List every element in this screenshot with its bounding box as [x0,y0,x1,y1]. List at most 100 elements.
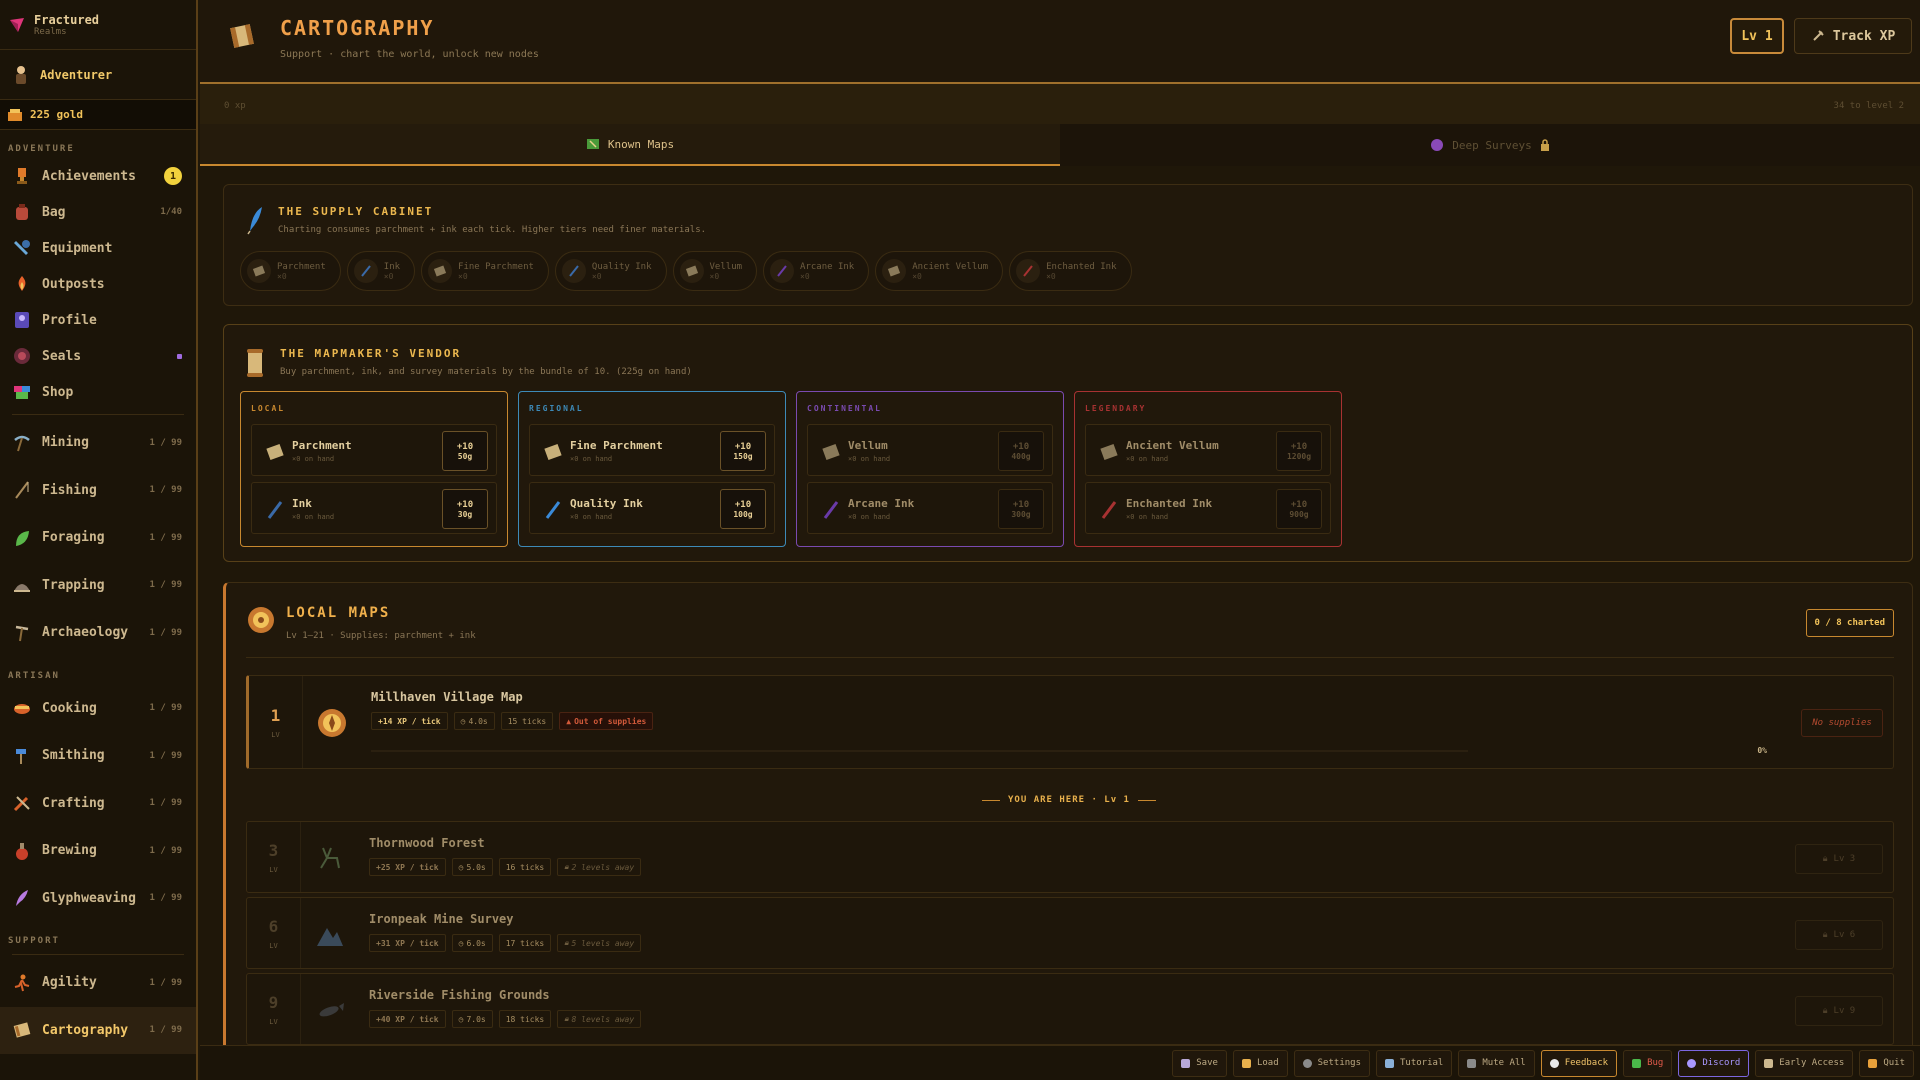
fishing-rod-icon [15,481,29,499]
status-tag: 🔒︎ 8 levels away [557,1010,642,1028]
map-level: 9 [268,992,279,1012]
quit-button[interactable]: Quit [1859,1049,1914,1077]
door-icon [1868,1058,1878,1068]
tools-icon [1764,1058,1774,1068]
map-name: Riverside Fishing Grounds [369,988,550,1002]
locked-level-button[interactable]: 🔒︎ Lv 6 [1795,920,1883,950]
vendor-tier-regional: REGIONAL Fine Parchment ×0 on hand +10 15… [518,391,786,547]
sidebar-item-brewing[interactable]: Brewing 1 / 99 [0,827,196,875]
lock-icon: 🔒︎ [564,1014,569,1023]
settings-button[interactable]: Settings [1293,1049,1370,1077]
sidebar-item-crafting[interactable]: Crafting 1 / 99 [0,780,196,828]
xp-tag: +14 XP / tick [371,712,448,730]
sidebar-item-shop[interactable]: Shop [0,374,196,410]
sidebar-item-glyphweaving[interactable]: Glyphweaving 1 / 99 [0,875,196,923]
sidebar-item-mining[interactable]: Mining 1 / 99 [0,419,196,467]
sidebar-item-bag[interactable]: Bag 1/40 [0,194,196,230]
sword-shield-icon [14,240,30,255]
tutorial-button[interactable]: Tutorial [1376,1049,1453,1077]
item-on-hand: ×0 on hand [292,455,335,463]
sidebar-item-seals[interactable]: Seals [0,338,196,374]
load-button[interactable]: Load [1232,1049,1288,1077]
supply-cabinet-panel: THE SUPPLY CABINET Charting consumes par… [223,184,1913,306]
sidebar-item-cooking[interactable]: Cooking 1 / 99 [0,685,196,733]
buy-button[interactable]: +10 50g [442,431,488,471]
skill-level: 1 / 99 [149,627,182,638]
sidebar-item-label: Foraging [42,530,105,546]
lock-icon [1540,139,1549,151]
sidebar-item-equipment[interactable]: Equipment [0,230,196,266]
supply-chip-ancient-vellum: Ancient Vellum ×0 [875,251,1004,291]
status-tag: 🔒︎ 5 levels away [557,934,642,952]
buy-price: 1200g [1286,451,1312,461]
sidebar: Fractured Realms Adventurer 225 gold ADV… [0,0,198,1080]
sidebar-item-smithing[interactable]: Smithing 1 / 99 [0,732,196,780]
buy-button[interactable]: +10 300g [998,489,1044,529]
xp-tag: +40 XP / tick [369,1010,446,1028]
vendor-panel: THE MAPMAKER'S VENDOR Buy parchment, ink… [223,324,1913,562]
sidebar-item-achievements[interactable]: Achievements 1 [0,158,196,194]
tab-label: Deep Surveys [1452,138,1532,152]
track-xp-button[interactable]: Track XP [1794,18,1912,54]
time-value: 4.0s [468,716,488,726]
button-label: Settings [1317,1058,1361,1068]
feedback-button[interactable]: Feedback [1540,1049,1618,1077]
notification-badge: 1 [164,167,182,185]
locked-level-button[interactable]: 🔒︎ Lv 3 [1795,844,1883,874]
map-row[interactable]: 9 LV Riverside Fishing Grounds +40 XP / … [246,973,1894,1045]
sidebar-item-cartography[interactable]: Cartography 1 / 99 [0,1006,196,1054]
buy-button[interactable]: +10 900g [1276,489,1322,529]
tab-known-maps[interactable]: Known Maps [200,124,1060,166]
ink-quill-icon [1016,259,1041,283]
sidebar-item-profile[interactable]: Profile [0,302,196,338]
status-text: 2 levels away [571,862,635,872]
sidebar-item-foraging[interactable]: Foraging 1 / 99 [0,514,196,562]
buy-button[interactable]: +10 30g [442,489,488,529]
buy-button[interactable]: +10 100g [720,489,766,529]
save-button[interactable]: Save [1172,1049,1227,1077]
trophy-icon [17,168,27,184]
tab-deep-surveys[interactable]: Deep Surveys [1060,124,1920,166]
ticks-tag: 15 ticks [500,712,554,730]
required-level: Lv 3 [1833,854,1856,864]
cooking-pot-icon [14,704,30,715]
level-badge[interactable]: Lv 1 [1730,18,1784,54]
skill-level: 1 / 99 [149,845,182,856]
early-access-button[interactable]: Early Access [1755,1049,1854,1077]
discord-button[interactable]: Discord [1678,1049,1750,1077]
sidebar-item-label: Profile [42,312,97,328]
vendor-item-row: Ink ×0 on hand +10 30g [251,482,497,534]
buy-qty: +10 [734,441,752,452]
sidebar-item-fishing[interactable]: Fishing 1 / 99 [0,467,196,515]
bug-report-button[interactable]: Bug [1623,1049,1673,1077]
map-row[interactable]: 1 LV Millhaven Village Map +14 XP / tick… [246,675,1894,769]
supply-qty: ×0 [591,271,602,281]
buy-button[interactable]: +10 400g [998,431,1044,471]
tier-name: CONTINENTAL [807,404,882,413]
sidebar-item-agility[interactable]: Agility 1 / 99 [0,959,196,1007]
supply-chip-list: Parchment ×0 Ink ×0 Fine Parchment ×0 Quali… [240,251,1132,291]
no-supplies-button[interactable]: No supplies [1801,709,1883,737]
mute-all-button[interactable]: Mute All [1458,1049,1535,1077]
bag-count: 1/40 [160,207,182,217]
character-row[interactable]: Adventurer [0,50,196,100]
buy-button[interactable]: +10 1200g [1276,431,1322,471]
pin-icon [1812,30,1824,41]
map-level-column: 6 LV [247,898,301,968]
skill-level: 1 / 99 [149,798,182,809]
buy-price: 50g [457,451,473,461]
skill-level: 1 / 99 [149,977,182,988]
adventurer-icon [16,65,26,84]
locked-level-button[interactable]: 🔒︎ Lv 9 [1795,996,1883,1026]
map-row[interactable]: 3 LV Thornwood Forest +25 XP / tick ◷ 5.0… [246,821,1894,893]
map-row[interactable]: 6 LV Ironpeak Mine Survey +31 XP / tick … [246,897,1894,969]
sidebar-item-outposts[interactable]: Outposts [0,266,196,302]
running-figure-icon [14,974,30,991]
sidebar-item-archaeology[interactable]: Archaeology 1 / 99 [0,609,196,657]
gold-coins-icon [8,108,22,121]
brand: Fractured Realms [0,0,196,50]
supply-chip-quality-ink: Quality Ink ×0 [554,251,667,291]
tier-name: LEGENDARY [1085,404,1147,413]
sidebar-item-trapping[interactable]: Trapping 1 / 99 [0,562,196,610]
buy-button[interactable]: +10 150g [720,431,766,471]
